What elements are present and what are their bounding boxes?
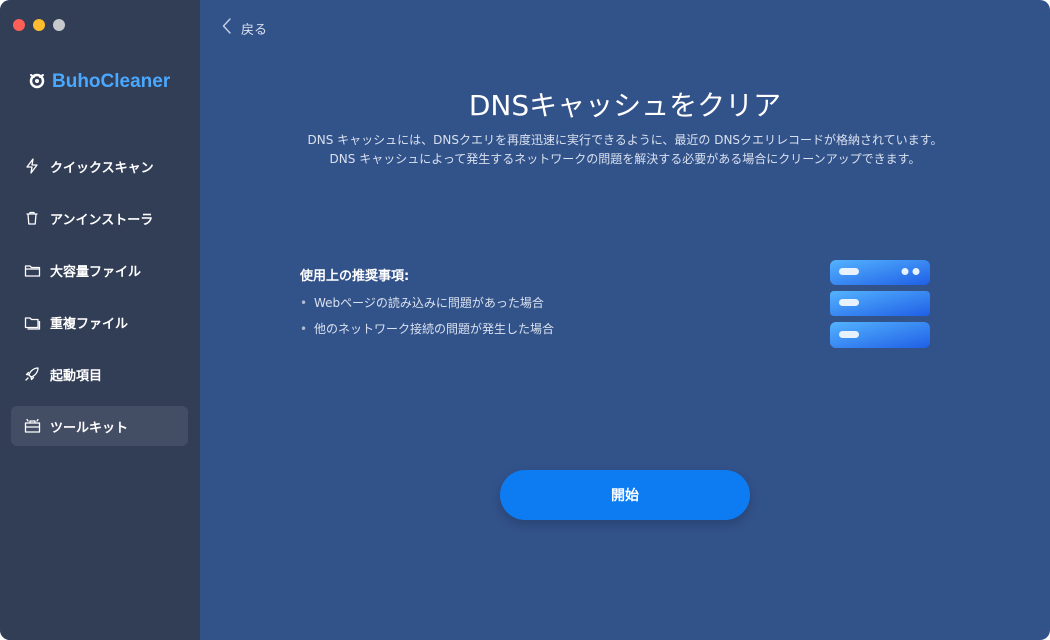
sidebar-item-label: アンインストーラ bbox=[50, 212, 154, 228]
sidebar-nav: クイックスキャン アンインストーラ 大容量ファイル 重複ファイル 起動項目 ツー… bbox=[11, 146, 188, 458]
sidebar-item-uninstaller[interactable]: アンインストーラ bbox=[11, 198, 188, 238]
sidebar-item-quick-scan[interactable]: クイックスキャン bbox=[11, 146, 188, 186]
main-panel: 戻る DNSキャッシュをクリア DNS キャッシュには、DNSクエリを再度迅速に… bbox=[200, 0, 1050, 640]
page-title: DNSキャッシュをクリア bbox=[468, 89, 782, 122]
page-description: DNS キャッシュには、DNSクエリを再度迅速に実行できるように、最近の DNS… bbox=[307, 133, 943, 166]
app-window: BuhoCleaner クイックスキャン アンインストーラ 大容量ファイル 重複… bbox=[0, 0, 1050, 640]
folder-icon bbox=[23, 261, 41, 279]
sidebar-item-duplicate-files[interactable]: 重複ファイル bbox=[11, 302, 188, 342]
trash-icon bbox=[23, 209, 41, 227]
sidebar-item-label: ツールキット bbox=[50, 420, 129, 436]
start-button[interactable]: 開始 bbox=[500, 470, 750, 520]
recommendations-heading: 使用上の推奨事項: bbox=[300, 269, 410, 284]
sidebar-item-label: 起動項目 bbox=[50, 368, 103, 384]
recommendation-text: Webページの読み込みに問題があった場合 bbox=[314, 296, 544, 310]
recommendations-list: • Webページの読み込みに問題があった場合 • 他のネットワーク接続の問題が発生し… bbox=[300, 294, 554, 346]
app-logo: BuhoCleaner bbox=[28, 70, 170, 94]
app-name: BuhoCleaner bbox=[52, 71, 171, 92]
sidebar-item-label: 重複ファイル bbox=[50, 316, 129, 332]
sidebar-item-label: クイックスキャン bbox=[50, 160, 154, 176]
back-label: 戻る bbox=[241, 22, 268, 38]
back-button[interactable]: 戻る bbox=[222, 18, 267, 38]
duplicate-folder-icon bbox=[23, 313, 41, 331]
sidebar-item-toolkit[interactable]: ツールキット bbox=[11, 406, 188, 446]
list-item: • 他のネットワーク接続の問題が発生した場合 bbox=[300, 320, 554, 346]
list-item: • Webページの読み込みに問題があった場合 bbox=[300, 294, 554, 320]
chevron-left-icon bbox=[222, 18, 241, 38]
sidebar: BuhoCleaner クイックスキャン アンインストーラ 大容量ファイル 重複… bbox=[0, 0, 200, 640]
bullet-icon: • bbox=[300, 322, 308, 336]
zoom-window-button[interactable] bbox=[53, 19, 65, 31]
sidebar-item-startup-items[interactable]: 起動項目 bbox=[11, 354, 188, 394]
recommendation-text: 他のネットワーク接続の問題が発生した場合 bbox=[314, 322, 555, 336]
sidebar-item-label: 大容量ファイル bbox=[50, 264, 142, 280]
toolbox-icon bbox=[23, 417, 41, 435]
rocket-icon bbox=[23, 365, 41, 383]
server-stack-icon bbox=[828, 258, 932, 354]
lightning-icon bbox=[23, 157, 41, 175]
sidebar-item-large-files[interactable]: 大容量ファイル bbox=[11, 250, 188, 290]
owl-logo-icon bbox=[28, 71, 46, 93]
close-window-button[interactable] bbox=[13, 19, 25, 31]
bullet-icon: • bbox=[300, 296, 308, 310]
minimize-window-button[interactable] bbox=[33, 19, 45, 31]
